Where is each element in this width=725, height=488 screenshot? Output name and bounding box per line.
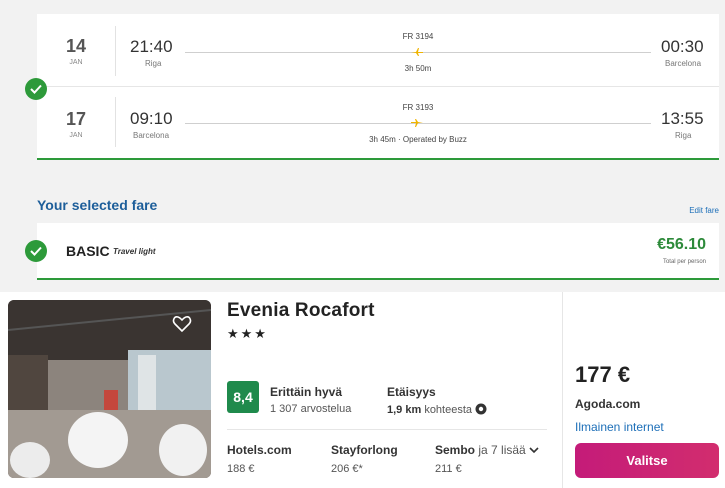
- plane-icon: [411, 48, 423, 56]
- best-deal-amenity: Ilmainen internet: [575, 420, 664, 434]
- hotel-stars: ★★★: [227, 326, 268, 341]
- fare-card: BASIC Travel light €56.10 Total per pers…: [37, 223, 719, 280]
- fare-price: €56.10: [657, 236, 706, 253]
- divider: [227, 429, 547, 430]
- provider-name[interactable]: Stayforlong: [331, 443, 398, 457]
- best-deal-price: 177 €: [575, 362, 631, 387]
- location-target-icon[interactable]: [475, 403, 487, 415]
- inbound-leg: 17 JAN 09:10 Barcelona FR 3193 3h 45m · …: [37, 87, 719, 155]
- outbound-duration: 3h 50m: [404, 64, 432, 73]
- outbound-arrival-city: Barcelona: [665, 59, 702, 68]
- best-deal-site: Agoda.com: [575, 397, 641, 411]
- outbound-flight-number: FR 3194: [402, 32, 434, 41]
- outbound-date-month: JAN: [69, 59, 83, 66]
- fare-price-note: Total per person: [662, 259, 706, 265]
- outbound-departure-city: Riga: [145, 59, 162, 68]
- outbound-date-day: 14: [65, 36, 87, 56]
- inbound-departure-time: 09:10: [130, 109, 173, 128]
- inbound-departure-city: Barcelona: [133, 131, 170, 140]
- select-deal-button[interactable]: Valitse: [575, 443, 719, 478]
- chevron-down-icon: [529, 447, 539, 454]
- inbound-flight-number: FR 3193: [402, 103, 434, 112]
- divider: [115, 26, 116, 76]
- inbound-date-month: JAN: [69, 132, 83, 139]
- divider: [115, 97, 116, 147]
- hotel-name[interactable]: Evenia Rocafort: [227, 300, 375, 322]
- provider-name: Sembo: [435, 443, 476, 457]
- outbound-leg: 14 JAN 21:40 Riga FR 3194 3h 50m 00:30 B…: [37, 14, 719, 82]
- fare-selected-check-icon: [25, 240, 47, 262]
- provider-price[interactable]: 188 €: [227, 463, 255, 475]
- edit-fare-link[interactable]: Edit fare: [689, 206, 719, 215]
- page: 14 JAN 21:40 Riga FR 3194 3h 50m 00:30 B…: [0, 0, 725, 488]
- fare-subtitle: Travel light: [113, 247, 156, 256]
- review-count: 1 307 arvostelua: [270, 403, 352, 415]
- distance-label: Etäisyys: [387, 385, 436, 399]
- flight-selected-check-icon: [25, 78, 47, 100]
- outbound-departure-time: 21:40: [130, 37, 173, 56]
- inbound-arrival-time: 13:55: [661, 109, 704, 128]
- provider-name[interactable]: Hotels.com: [227, 443, 292, 457]
- selected-fare-heading: Your selected fare: [37, 197, 158, 213]
- inbound-duration: 3h 45m · Operated by Buzz: [369, 135, 467, 144]
- rating-label: Erittäin hyvä: [270, 385, 343, 399]
- fare-name: BASIC: [66, 243, 110, 259]
- plane-icon: [411, 119, 423, 127]
- divider: [562, 292, 563, 488]
- provider-more-count: ja 7 lisää: [478, 443, 526, 457]
- inbound-arrival-city: Riga: [675, 131, 692, 140]
- outbound-arrival-time: 00:30: [661, 37, 704, 56]
- provider-price[interactable]: 206 €*: [331, 463, 363, 475]
- favorite-heart-icon[interactable]: [172, 314, 192, 334]
- distance-value: 1,9 km kohteesta: [387, 403, 487, 416]
- provider-more-dropdown[interactable]: Sembo ja 7 lisää: [435, 443, 539, 457]
- rating-badge: 8,4: [227, 381, 259, 413]
- distance-suffix: kohteesta: [424, 404, 473, 416]
- flight-itinerary-card: 14 JAN 21:40 Riga FR 3194 3h 50m 00:30 B…: [37, 14, 719, 160]
- distance-km: 1,9 km: [387, 404, 422, 416]
- provider-price[interactable]: 211 €: [435, 463, 462, 475]
- inbound-date-day: 17: [65, 109, 87, 129]
